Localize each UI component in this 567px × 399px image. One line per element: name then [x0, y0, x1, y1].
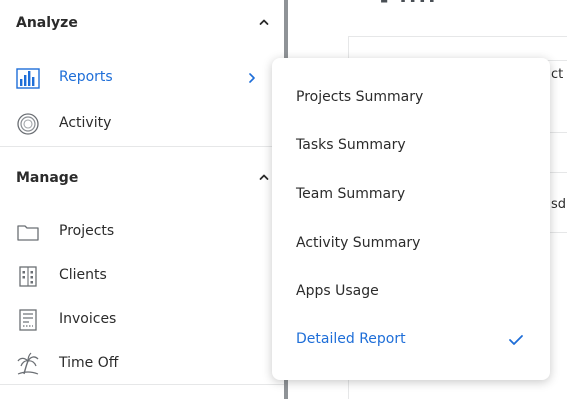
building-icon [19, 266, 37, 287]
section-divider [0, 146, 284, 147]
sidebar-item-clients[interactable]: Clients [0, 259, 270, 293]
content-cell-partial: ct [551, 67, 564, 82]
palm-tree-icon [17, 352, 39, 375]
menu-item-label: Projects Summary [296, 89, 424, 105]
section-divider [0, 384, 284, 385]
menu-item-tasks-summary[interactable]: Tasks Summary [272, 126, 550, 166]
checkmark-icon [509, 335, 523, 345]
menu-item-activity-summary[interactable]: Activity Summary [272, 224, 550, 264]
menu-item-detailed-report[interactable]: Detailed Report [272, 320, 550, 360]
menu-item-label: Team Summary [296, 186, 406, 202]
menu-item-projects-summary[interactable]: Projects Summary [272, 78, 550, 118]
invoice-icon [19, 309, 37, 331]
menu-item-apps-usage[interactable]: Apps Usage [272, 272, 550, 312]
sidebar-item-activity[interactable]: Activity [0, 107, 270, 141]
sidebar-item-label: Time Off [59, 355, 119, 371]
chevron-up-icon [259, 19, 269, 25]
menu-item-label: Apps Usage [296, 283, 379, 299]
folder-icon [17, 225, 39, 241]
section-title: Manage [16, 170, 79, 186]
menu-item-label: Detailed Report [296, 331, 406, 347]
bar-chart-icon [16, 68, 40, 89]
sidebar: Analyze Reports Activity Manage Projects… [0, 0, 288, 399]
section-title: Analyze [16, 15, 78, 31]
content-cell-partial: sd [551, 197, 567, 212]
sidebar-item-label: Activity [59, 115, 112, 131]
sidebar-item-label: Projects [59, 223, 115, 239]
chevron-right-icon [249, 73, 255, 83]
section-header-analyze[interactable]: Analyze [0, 12, 284, 36]
sidebar-item-reports[interactable]: Reports [0, 61, 270, 95]
sidebar-item-label: Reports [59, 69, 113, 85]
content-title-partial: - ···· [380, 0, 438, 12]
sidebar-item-projects[interactable]: Projects [0, 215, 270, 249]
menu-item-team-summary[interactable]: Team Summary [272, 175, 550, 215]
menu-item-label: Tasks Summary [296, 137, 406, 153]
sidebar-item-label: Invoices [59, 311, 117, 327]
menu-item-label: Activity Summary [296, 235, 421, 251]
sidebar-item-time-off[interactable]: Time Off [0, 347, 270, 381]
content-row-divider [349, 36, 567, 37]
app-root: - ···· ct sd Analyze Reports Activity Ma… [0, 0, 567, 399]
section-header-manage[interactable]: Manage [0, 167, 284, 191]
chevron-up-icon [259, 174, 269, 180]
sidebar-item-invoices[interactable]: Invoices [0, 303, 270, 337]
reports-submenu: Projects Summary Tasks Summary Team Summ… [272, 58, 550, 380]
sidebar-item-label: Clients [59, 267, 107, 283]
activity-ring-icon [17, 113, 39, 135]
